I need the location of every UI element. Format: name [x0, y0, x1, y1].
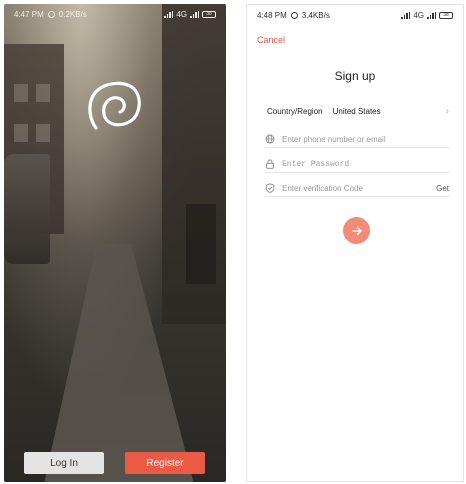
swirl-logo-icon	[88, 81, 141, 130]
verification-code-input[interactable]	[282, 183, 433, 193]
globe-icon	[265, 134, 275, 144]
status-bar: 4:47 PM 0.2KB/s 4G 38	[4, 4, 226, 24]
signal-icon	[164, 10, 174, 18]
region-label: Country/Region	[267, 106, 323, 116]
status-time: 4:47 PM	[14, 9, 44, 19]
phone-email-field-row	[265, 131, 449, 148]
phone-email-input[interactable]	[282, 134, 449, 144]
status-speed: 0.2KB/s	[58, 9, 87, 19]
welcome-screen: 4:47 PM 0.2KB/s 4G 38 Log In Register	[4, 4, 226, 482]
status-speed: 3.4KB/s	[301, 10, 330, 20]
login-button[interactable]: Log In	[24, 452, 104, 474]
alarm-icon	[290, 11, 298, 19]
country-region-selector[interactable]: Country/Region United States ›	[267, 103, 449, 119]
lock-icon	[266, 159, 274, 169]
verification-code-field-row: Get	[265, 180, 449, 197]
status-network: 4G	[413, 10, 424, 20]
alarm-icon	[47, 10, 55, 18]
background-wall	[162, 4, 226, 324]
background-car	[4, 154, 50, 264]
status-time: 4:48 PM	[257, 10, 287, 20]
password-input[interactable]	[282, 159, 449, 169]
signup-screen: 4:48 PM 3.4KB/s 4G 38 Cancel Sign up Cou…	[246, 4, 464, 482]
signal-icon	[401, 11, 411, 19]
password-field-row	[265, 156, 449, 173]
shield-check-icon	[265, 183, 275, 193]
cancel-link[interactable]: Cancel	[257, 35, 285, 45]
battery-icon: 38	[439, 11, 453, 19]
arrow-right-icon	[351, 226, 362, 235]
register-button[interactable]: Register	[125, 452, 205, 474]
get-code-button[interactable]: Get	[436, 184, 449, 193]
battery-icon: 38	[202, 10, 216, 18]
page-title: Sign up	[334, 69, 376, 83]
signal-icon-2	[190, 10, 199, 18]
submit-button[interactable]	[343, 217, 370, 244]
status-network: 4G	[176, 9, 187, 19]
signal-icon-2	[427, 11, 436, 19]
chevron-right-icon: ›	[445, 105, 449, 117]
region-value: United States	[332, 106, 381, 116]
status-bar: 4:48 PM 3.4KB/s 4G 38	[247, 5, 463, 25]
